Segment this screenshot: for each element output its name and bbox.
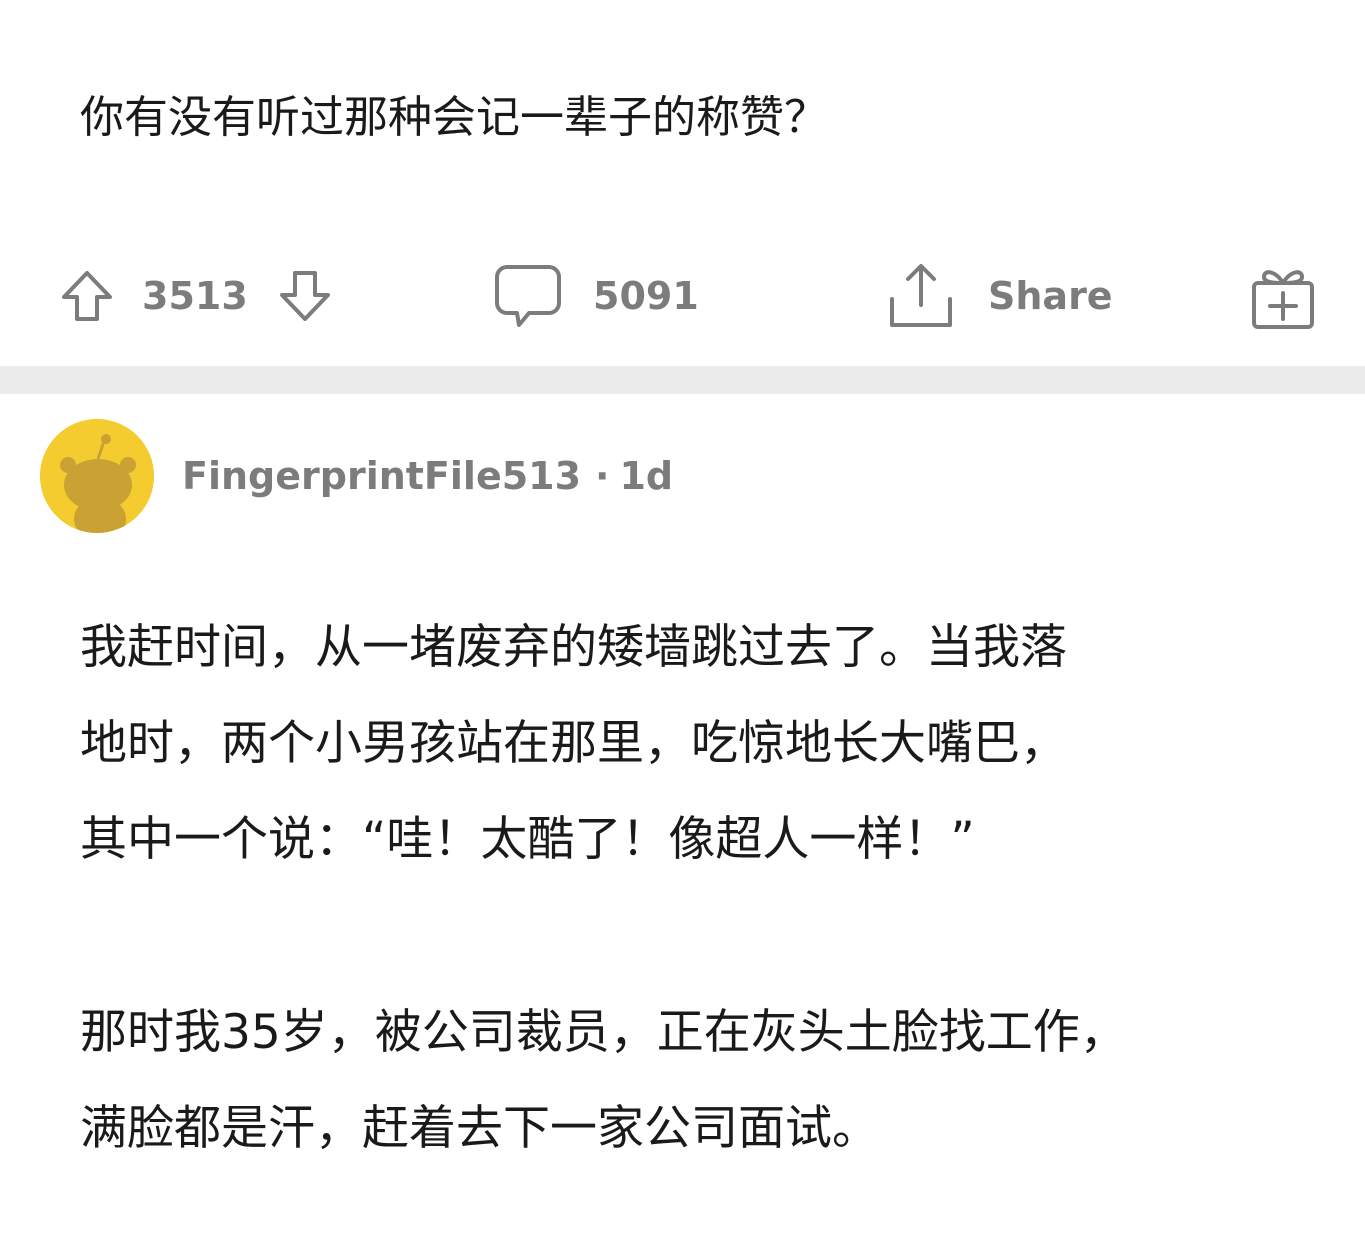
comment-header: FingerprintFile513 · 1d [40, 418, 673, 534]
share-button[interactable]: Share [886, 258, 1113, 334]
comment-paragraph: 我赶时间，从一堵废弃的矮墙跳过去了。当我落 地时，两个小男孩站在那里，吃惊地长大… [80, 620, 1067, 867]
comment-body: 我赶时间，从一堵废弃的矮墙跳过去了。当我落 地时，两个小男孩站在那里，吃惊地长大… [80, 600, 1320, 1177]
comment-time: 1d [619, 454, 674, 498]
comment-count: 5091 [593, 274, 699, 318]
upvote-arrow-icon[interactable] [58, 267, 116, 325]
comments-button[interactable]: 5091 [493, 258, 699, 334]
downvote-arrow-icon[interactable] [276, 267, 334, 325]
meta-separator: · [595, 454, 610, 498]
comment-paragraph: 那时我35岁，被公司裁员，正在灰头土脸找工作， 满脸都是汗，赶着去下一家公司面试… [80, 1005, 1127, 1156]
post-action-bar: 3513 5091 Share [0, 258, 1365, 334]
snoo-avatar-icon[interactable] [40, 419, 154, 533]
post-title[interactable]: 你有没有听过那种会记一辈子的称赞？ [80, 86, 828, 150]
award-button[interactable] [1248, 258, 1318, 334]
comment-username[interactable]: FingerprintFile513 [182, 454, 581, 498]
vote-count: 3513 [142, 274, 248, 318]
section-divider [0, 366, 1365, 394]
post-card: 你有没有听过那种会记一辈子的称赞？ 3513 5091 Share [0, 0, 1365, 366]
share-label: Share [988, 274, 1113, 318]
gift-award-icon [1248, 261, 1318, 331]
vote-group: 3513 [58, 258, 334, 334]
comment-bubble-icon [493, 261, 563, 331]
share-upload-icon [886, 261, 956, 331]
comment-card: FingerprintFile513 · 1d 我赶时间，从一堵废弃的矮墙跳过去… [0, 394, 1365, 1257]
